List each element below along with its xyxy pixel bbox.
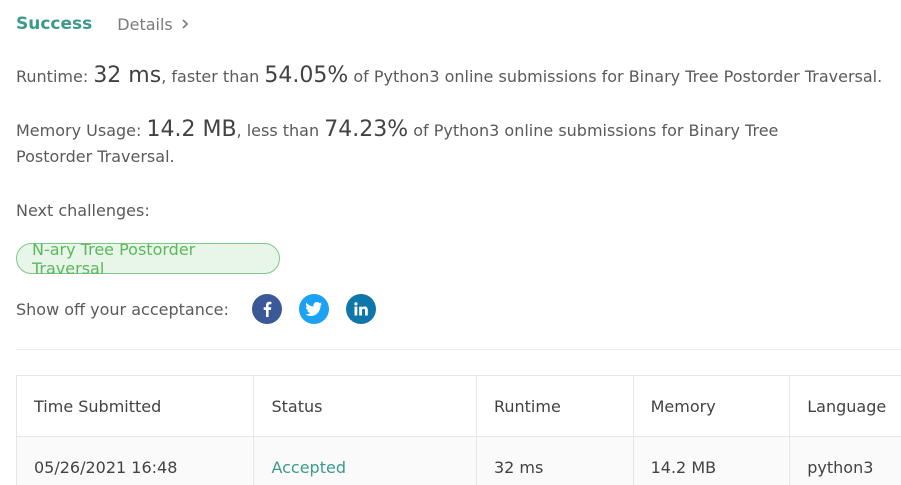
runtime-tail: of Python3 online submissions for Binary… bbox=[348, 67, 883, 86]
twitter-icon[interactable] bbox=[299, 294, 329, 324]
submission-result-page: Success Details Runtime: 32 ms, faster t… bbox=[0, 0, 901, 485]
tab-success[interactable]: Success bbox=[16, 14, 92, 34]
share-row: Show off your acceptance: bbox=[16, 294, 393, 324]
table-row: 05/26/2021 16:48 Accepted 32 ms 14.2 MB … bbox=[17, 437, 901, 485]
header-time-submitted: Time Submitted bbox=[17, 376, 255, 436]
submissions-table: Time Submitted Status Runtime Memory Lan… bbox=[16, 375, 901, 485]
cell-memory: 14.2 MB bbox=[634, 437, 791, 485]
result-tabs: Success Details bbox=[16, 12, 188, 36]
runtime-label: Runtime: bbox=[16, 67, 94, 86]
header-language: Language bbox=[807, 396, 887, 416]
section-divider bbox=[16, 349, 901, 350]
linkedin-icon[interactable] bbox=[346, 294, 376, 324]
cell-status: Accepted bbox=[254, 437, 477, 485]
runtime-mid: , faster than bbox=[161, 67, 265, 86]
memory-mid: , less than bbox=[236, 121, 325, 140]
cell-language: python3 bbox=[807, 457, 874, 477]
cell-time-submitted: 05/26/2021 16:48 bbox=[17, 437, 255, 485]
table-header-row: Time Submitted Status Runtime Memory Lan… bbox=[17, 376, 901, 437]
tab-details-label: Details bbox=[117, 14, 173, 34]
memory-label: Memory Usage: bbox=[16, 121, 147, 140]
chevron-right-icon bbox=[182, 19, 188, 29]
status-accepted-link[interactable]: Accepted bbox=[271, 458, 346, 477]
memory-percent: 74.23% bbox=[324, 117, 409, 142]
next-challenge-chip[interactable]: N-ary Tree Postorder Traversal bbox=[16, 240, 280, 278]
memory-summary: Memory Usage: 14.2 MB, less than 74.23% … bbox=[16, 117, 846, 170]
header-runtime: Runtime bbox=[477, 376, 634, 436]
cell-runtime: 32 ms bbox=[477, 437, 634, 485]
runtime-value: 32 ms bbox=[93, 63, 162, 88]
header-status: Status bbox=[254, 376, 477, 436]
runtime-percent: 54.05% bbox=[264, 63, 349, 88]
share-label: Show off your acceptance: bbox=[16, 299, 229, 319]
next-challenges-label: Next challenges: bbox=[16, 201, 150, 220]
tab-details[interactable]: Details bbox=[117, 14, 188, 34]
facebook-icon[interactable] bbox=[252, 294, 282, 324]
memory-value: 14.2 MB bbox=[146, 117, 237, 142]
runtime-summary: Runtime: 32 ms, faster than 54.05% of Py… bbox=[16, 63, 882, 90]
header-memory: Memory bbox=[634, 376, 791, 436]
